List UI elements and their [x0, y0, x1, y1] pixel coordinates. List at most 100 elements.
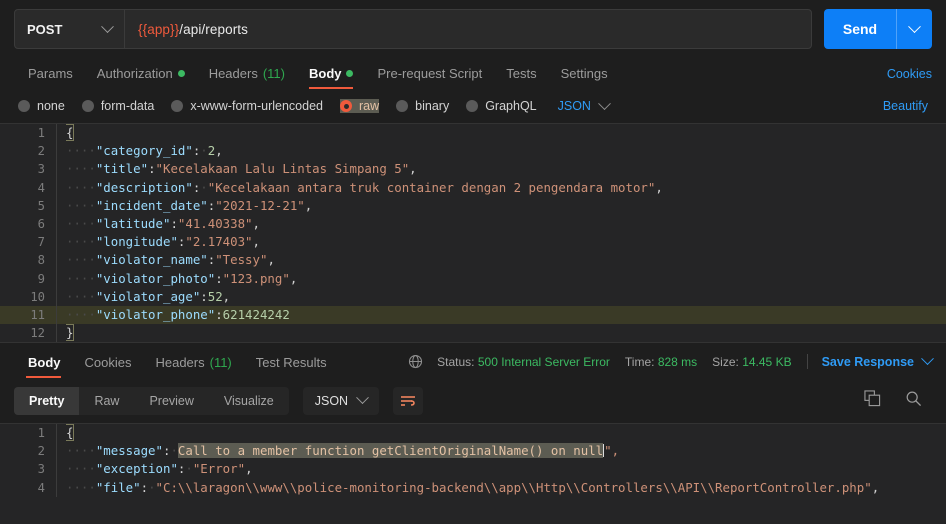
code-line[interactable]: 2 ····"message":·Call to a member functio… [0, 442, 946, 461]
send-button[interactable]: Send [824, 9, 896, 49]
line-content: ····"incident_date":"2021-12-21", [66, 197, 313, 213]
line-content: { [66, 424, 75, 441]
beautify-button[interactable]: Beautify [883, 99, 928, 113]
body-format-selector[interactable]: JSON [558, 96, 611, 113]
tab-label: Headers [155, 355, 205, 370]
gutter-divider [56, 160, 57, 179]
gutter-divider [56, 424, 57, 443]
response-tab-test-results[interactable]: Test Results [244, 355, 339, 378]
status-dot-icon [346, 70, 354, 77]
response-view-raw[interactable]: Raw [79, 387, 134, 415]
search-button[interactable] [905, 390, 922, 412]
response-view-preview[interactable]: Preview [134, 387, 208, 415]
copy-button[interactable] [864, 389, 881, 412]
line-content: ····"category_id":·2, [66, 143, 223, 159]
code-line[interactable]: 1{ [0, 124, 946, 143]
line-number: 11 [30, 307, 45, 322]
body-type-label: binary [415, 99, 450, 113]
gutter-divider [56, 269, 57, 288]
response-body-code[interactable]: 1{2 ····"message":·Call to a member funct… [0, 424, 946, 497]
line-number: 4 [37, 180, 45, 195]
code-line[interactable]: 4 ····"file":·"C:\\laragon\\www\\police-m… [0, 478, 946, 497]
request-tab-authorization[interactable]: Authorization [85, 66, 197, 89]
line-number: 4 [37, 480, 45, 495]
line-number: 7 [37, 235, 45, 250]
response-body-editor[interactable]: 1{2 ····"message":·Call to a member funct… [0, 423, 946, 524]
gutter-divider [56, 142, 57, 161]
save-response-button[interactable]: Save Response [821, 352, 934, 369]
request-tab-settings[interactable]: Settings [549, 66, 620, 89]
code-line[interactable]: 3 ····"title":"Kecelakaan Lalu Lintas Sim… [0, 160, 946, 179]
tab-label: Pre-request Script [377, 66, 483, 81]
request-tab-pre-request-script[interactable]: Pre-request Script [365, 66, 494, 89]
line-number: 1 [37, 426, 45, 440]
line-number: 8 [37, 253, 45, 268]
line-content: ····"violator_name":"Tessy", [66, 252, 275, 268]
gutter-divider [56, 233, 57, 252]
response-tab-body[interactable]: Body [14, 355, 73, 378]
line-content: ····"message":·Call to a member function… [66, 443, 620, 459]
line-content: } [66, 324, 75, 342]
time-indicator: Time: 828 ms [625, 355, 697, 369]
code-line[interactable]: 6 ····"latitude":"41.40338", [0, 214, 946, 234]
url-input[interactable]: {{app}}/api/reports [125, 10, 811, 48]
response-tab-headers[interactable]: Headers (11) [143, 355, 243, 378]
chevron-down-icon [598, 96, 611, 110]
chevron-down-icon [101, 19, 114, 33]
code-line[interactable]: 4 ····"description":·"Kecelakaan antara t… [0, 178, 946, 197]
body-type-raw[interactable]: raw [340, 99, 380, 113]
word-wrap-icon [401, 395, 416, 406]
url-field-group: POST {{app}}/api/reports [14, 9, 812, 49]
response-view-visualize[interactable]: Visualize [209, 387, 289, 415]
word-wrap-button[interactable] [393, 386, 424, 415]
gutter-divider [56, 324, 57, 342]
send-options-button[interactable] [896, 9, 932, 49]
body-type-label: form-data [100, 99, 155, 113]
url-path: /api/reports [179, 21, 248, 37]
body-type-binary[interactable]: binary [396, 99, 449, 113]
code-line[interactable]: 8 ····"violator_name":"Tessy", [0, 251, 946, 270]
response-format-selector[interactable]: JSON [302, 386, 380, 415]
tab-label: Params [28, 66, 73, 81]
line-content: ····"violator_age":52, [66, 288, 231, 304]
body-type-label: GraphQL [485, 99, 537, 113]
request-tab-body[interactable]: Body [297, 66, 366, 89]
code-line[interactable]: 2 ····"category_id":·2, [0, 142, 946, 161]
line-content: ····"violator_phone":621424242 [66, 306, 290, 322]
code-line[interactable]: 12} [0, 324, 946, 342]
gutter-divider [56, 196, 57, 215]
response-toolbar: Pretty Raw Preview Visualize JSON [0, 378, 946, 423]
request-tab-headers[interactable]: Headers (11) [197, 66, 297, 89]
request-body-editor[interactable]: 1{2 ····"category_id":·2, 3 ····"title":"Ke… [0, 123, 946, 342]
gutter-divider [56, 478, 57, 497]
request-tab-params[interactable]: Params [14, 66, 85, 89]
line-content: ····"longitude":"2.17403", [66, 234, 260, 250]
code-line[interactable]: 3 ····"exception":·"Error", [0, 460, 946, 479]
body-type-form-data[interactable]: form-data [81, 99, 155, 113]
code-line[interactable]: 5 ····"incident_date":"2021-12-21", [0, 196, 946, 215]
line-content: ····"latitude":"41.40338", [66, 215, 260, 231]
response-view-pretty[interactable]: Pretty [14, 386, 80, 415]
body-type-graphql[interactable]: GraphQL [466, 99, 537, 113]
http-method-selector[interactable]: POST [15, 10, 125, 48]
body-type-x-www-form-urlencoded[interactable]: x-www-form-urlencoded [171, 99, 323, 113]
url-variable: {{app}} [138, 21, 180, 37]
request-body-code[interactable]: 1{2 ····"category_id":·2, 3 ····"title":"Ke… [0, 124, 946, 342]
save-response-label: Save Response [821, 354, 914, 369]
code-line[interactable]: 1{ [0, 424, 946, 443]
body-type-none[interactable]: none [18, 99, 65, 113]
code-line[interactable]: 7 ····"longitude":"2.17403", [0, 233, 946, 252]
status-value: 500 Internal Server Error [477, 354, 610, 369]
radio-icon [340, 100, 352, 112]
cookies-link[interactable]: Cookies [887, 67, 932, 89]
code-line[interactable]: 9 ····"violator_photo":"123.png", [0, 269, 946, 288]
request-tab-tests[interactable]: Tests [494, 66, 548, 89]
code-line[interactable]: 11 ····"violator_phone":621424242 [0, 305, 946, 325]
code-line[interactable]: 10 ····"violator_age":52, [0, 287, 946, 306]
response-meta: Status: 500 Internal Server Error Time: … [408, 352, 934, 378]
response-tab-cookies[interactable]: Cookies [73, 355, 144, 378]
request-tabs: Params Authorization Headers (11) Body Pre-re… [0, 58, 946, 89]
time-label: Time: [624, 354, 655, 369]
line-content: ····"file":·"C:\\laragon\\www\\police-mo… [66, 479, 880, 495]
body-type-row: none form-data x-www-form-urlencoded raw bin… [0, 89, 946, 123]
